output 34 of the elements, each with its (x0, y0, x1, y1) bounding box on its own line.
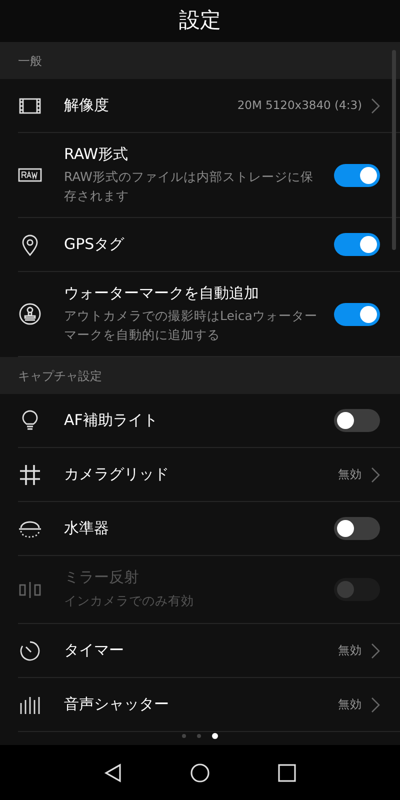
setting-value: 無効 (338, 642, 362, 659)
setting-label[interactable]: AF補助ライト (64, 410, 324, 430)
section-header: 一般 (18, 52, 42, 70)
setting-description: インカメラでのみ有効 (64, 592, 195, 610)
toggle-switch[interactable] (334, 164, 380, 186)
grid-icon (18, 462, 42, 486)
home-icon[interactable] (190, 762, 210, 782)
setting-label[interactable]: カメラグリッド (64, 464, 338, 484)
toggle-switch[interactable] (334, 517, 380, 540)
recents-icon[interactable] (278, 764, 296, 782)
setting-label[interactable]: RAW形式 (64, 144, 324, 164)
timer-icon (18, 638, 42, 662)
setting-value: 無効 (338, 466, 362, 483)
back-icon[interactable] (104, 762, 122, 782)
section-header: キャプチャ設定 (18, 368, 102, 384)
setting-value: 無効 (338, 696, 362, 713)
chevron-right-icon[interactable] (370, 642, 380, 658)
setting-label[interactable]: 水準器 (64, 518, 324, 538)
setting-label[interactable]: GPSタグ (64, 234, 324, 254)
setting-value: 20M 5120x3840 (4:3) (237, 96, 362, 114)
stamp-icon (18, 302, 42, 326)
setting-label[interactable]: ウォーターマークを自動追加 (64, 284, 324, 303)
toggle-switch[interactable] (334, 233, 380, 256)
toggle-switch[interactable] (334, 302, 380, 326)
setting-description: RAW形式のファイルは内部ストレージに保存されます (64, 168, 314, 205)
screen-title: 設定 (179, 7, 221, 34)
chevron-right-icon[interactable] (370, 466, 380, 482)
setting-label[interactable]: 解像度 (64, 96, 238, 116)
setting-label[interactable]: タイマー (64, 640, 338, 660)
setting-description: アウトカメラでの撮影時はLeicaウォーターマークを自動的に追加する (64, 307, 318, 344)
setting-label[interactable]: 音声シャッター (64, 694, 338, 714)
chevron-right-icon[interactable] (370, 98, 380, 114)
chevron-right-icon[interactable] (370, 696, 380, 712)
toggle-switch[interactable] (334, 409, 380, 432)
